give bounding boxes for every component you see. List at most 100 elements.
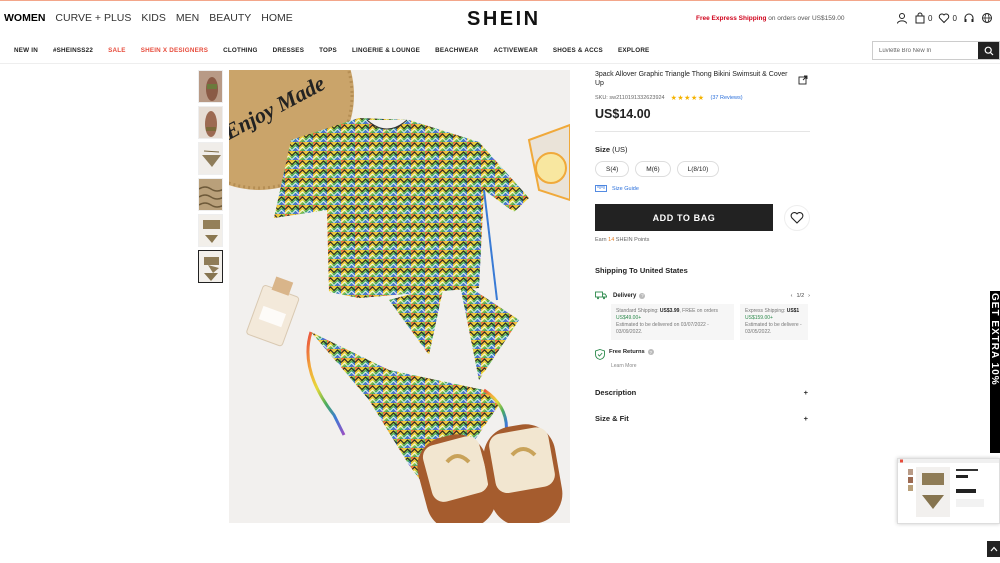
purchase-row: ADD TO BAG — [595, 204, 810, 231]
prev-icon[interactable]: ‹ — [791, 293, 793, 299]
thumbnail-image-selected[interactable] — [198, 250, 223, 283]
category-tab[interactable]: MEN — [176, 12, 199, 24]
shield-icon — [595, 349, 605, 360]
expand-icon: + — [803, 388, 808, 397]
next-icon[interactable]: › — [808, 293, 810, 299]
nav-item-lingerie[interactable]: LINGERIE & LOUNGE — [352, 47, 420, 54]
product-info-panel: 3pack Allover Graphic Triangle Thong Bik… — [595, 70, 810, 440]
nav-item-dresses[interactable]: DRESSES — [273, 47, 305, 54]
promo-text: on orders over US$159.00 — [766, 15, 845, 22]
help-icon[interactable]: ? — [647, 349, 654, 355]
search-box — [872, 41, 1000, 60]
header-icons: 0 0 — [896, 12, 993, 24]
back-to-top-button[interactable] — [987, 541, 1000, 557]
chevron-up-icon — [990, 546, 997, 552]
bag-button[interactable]: 0 — [914, 12, 932, 24]
main-nav: NEW IN #SHEINSS22 SALE SHEIN X DESIGNERS… — [0, 37, 1000, 64]
rating-stars: ★★★★★ — [670, 95, 705, 102]
thumbnail-image[interactable] — [198, 178, 223, 211]
size-guide-link[interactable]: Size Guide — [595, 185, 810, 192]
size-option-l[interactable]: L(8/10) — [676, 161, 720, 177]
category-tab[interactable]: KIDS — [141, 12, 166, 24]
size-options: S(4) M(6) L(8/10) — [595, 161, 810, 177]
sku-row: SKU: sw2110191332623924 ★★★★★ (37 Review… — [595, 94, 810, 102]
globe-icon[interactable] — [981, 12, 993, 24]
search-icon — [984, 46, 993, 55]
express-threshold: US$159.00+ — [745, 315, 773, 321]
thumbnail-gallery — [198, 70, 223, 286]
standard-threshold: US$49.00+ — [616, 315, 642, 321]
nav-item-beachwear[interactable]: BEACHWEAR — [435, 47, 478, 54]
expand-icon: + — [803, 414, 808, 423]
promo-highlight: Free Express Shipping — [696, 15, 767, 22]
top-bar: WOMEN CURVE + PLUS KIDS MEN BEAUTY HOME … — [0, 0, 1000, 36]
share-icon[interactable] — [798, 72, 808, 90]
category-tabs: WOMEN CURVE + PLUS KIDS MEN BEAUTY HOME — [4, 12, 293, 24]
express-shipping-card: Express Shipping: US$1 US$159.00+ Estima… — [740, 304, 808, 340]
category-tab[interactable]: HOME — [261, 12, 293, 24]
ruler-icon — [595, 185, 607, 192]
nav-items: NEW IN #SHEINSS22 SALE SHEIN X DESIGNERS… — [14, 47, 649, 54]
nav-item-new-in[interactable]: NEW IN — [14, 47, 38, 54]
brand-logo[interactable]: SHEIN — [467, 8, 541, 31]
delivery-row: Delivery ? ‹ 1/2 › — [595, 291, 810, 300]
learn-more-link[interactable]: Learn More — [611, 363, 810, 369]
category-tab[interactable]: CURVE + PLUS — [55, 12, 131, 24]
free-returns-label: Free Returns — [609, 349, 645, 355]
nav-item-sale[interactable]: SALE — [108, 47, 126, 54]
category-tab[interactable]: BEAUTY — [209, 12, 251, 24]
nav-item-explore[interactable]: EXPLORE — [618, 47, 650, 54]
thumbnail-image[interactable] — [198, 106, 223, 139]
account-icon[interactable] — [896, 12, 908, 24]
size-fit-accordion[interactable]: Size & Fit + — [595, 414, 808, 423]
search-button[interactable] — [978, 42, 999, 59]
shipping-options: Standard Shipping: US$3.99, FREE on orde… — [611, 304, 808, 340]
wishlist-toggle[interactable] — [784, 204, 810, 231]
search-input[interactable] — [873, 42, 978, 59]
category-tab[interactable]: WOMEN — [4, 12, 45, 24]
size-heading: Size (US) — [595, 145, 810, 154]
heart-icon — [939, 13, 950, 24]
free-returns-row: Free Returns ? — [595, 349, 810, 360]
shipping-pager: ‹ 1/2 › — [791, 293, 810, 299]
sku-label: SKU: sw2110191332623924 — [595, 95, 665, 101]
product-accordion: Description + Size & Fit + — [595, 388, 810, 423]
thumbnail-image[interactable] — [198, 142, 223, 175]
points-info: Earn 14 SHEIN Points — [595, 237, 810, 243]
earn-suffix: SHEIN Points — [614, 237, 650, 243]
add-to-bag-button[interactable]: ADD TO BAG — [595, 204, 773, 231]
size-option-s[interactable]: S(4) — [595, 161, 630, 177]
side-promo-text: GET EXTRA 10% — [990, 293, 1000, 386]
description-accordion[interactable]: Description + — [595, 388, 808, 397]
wishlist-count: 0 — [952, 13, 957, 23]
thumbnail-image[interactable] — [198, 70, 223, 103]
nav-item-clothing[interactable]: CLOTHING — [223, 47, 257, 54]
reviews-link[interactable]: (37 Reviews) — [711, 95, 743, 101]
size-fit-label: Size & Fit — [595, 414, 629, 423]
thumbnail-image[interactable] — [198, 214, 223, 247]
pager-count: 1/2 — [796, 292, 805, 299]
mini-preview-window[interactable] — [897, 458, 1000, 524]
nav-item-shein-x-designers[interactable]: SHEIN X DESIGNERS — [141, 47, 208, 54]
size-label: Size — [595, 145, 611, 154]
headset-icon[interactable] — [963, 12, 975, 24]
size-unit: (US) — [610, 145, 628, 154]
size-option-m[interactable]: M(6) — [635, 161, 671, 177]
heart-icon — [790, 211, 804, 224]
divider — [595, 131, 810, 132]
help-icon[interactable]: ? — [639, 292, 646, 299]
delivery-label: Delivery — [613, 292, 637, 299]
side-promo-tab[interactable]: GET EXTRA 10% — [990, 291, 1000, 453]
standard-price: US$3.99 — [659, 308, 680, 314]
nav-item-shoes-accs[interactable]: SHOES & ACCS — [553, 47, 603, 54]
nav-item-activewear[interactable]: ACTIVEWEAR — [494, 47, 538, 54]
standard-estimate: Estimated to be delivered on 03/07/2022 … — [616, 322, 709, 335]
nav-item-tops[interactable]: TOPS — [319, 47, 337, 54]
main-product-image[interactable]: Enjoy Made — [229, 70, 570, 523]
product-title: 3pack Allover Graphic Triangle Thong Bik… — [595, 71, 788, 87]
wishlist-button[interactable]: 0 — [938, 12, 957, 24]
bag-count: 0 — [928, 13, 933, 23]
description-label: Description — [595, 388, 637, 397]
promo-banner[interactable]: Free Express Shipping on orders over US$… — [696, 15, 845, 22]
nav-item-sheinss22[interactable]: #SHEINSS22 — [53, 47, 93, 54]
